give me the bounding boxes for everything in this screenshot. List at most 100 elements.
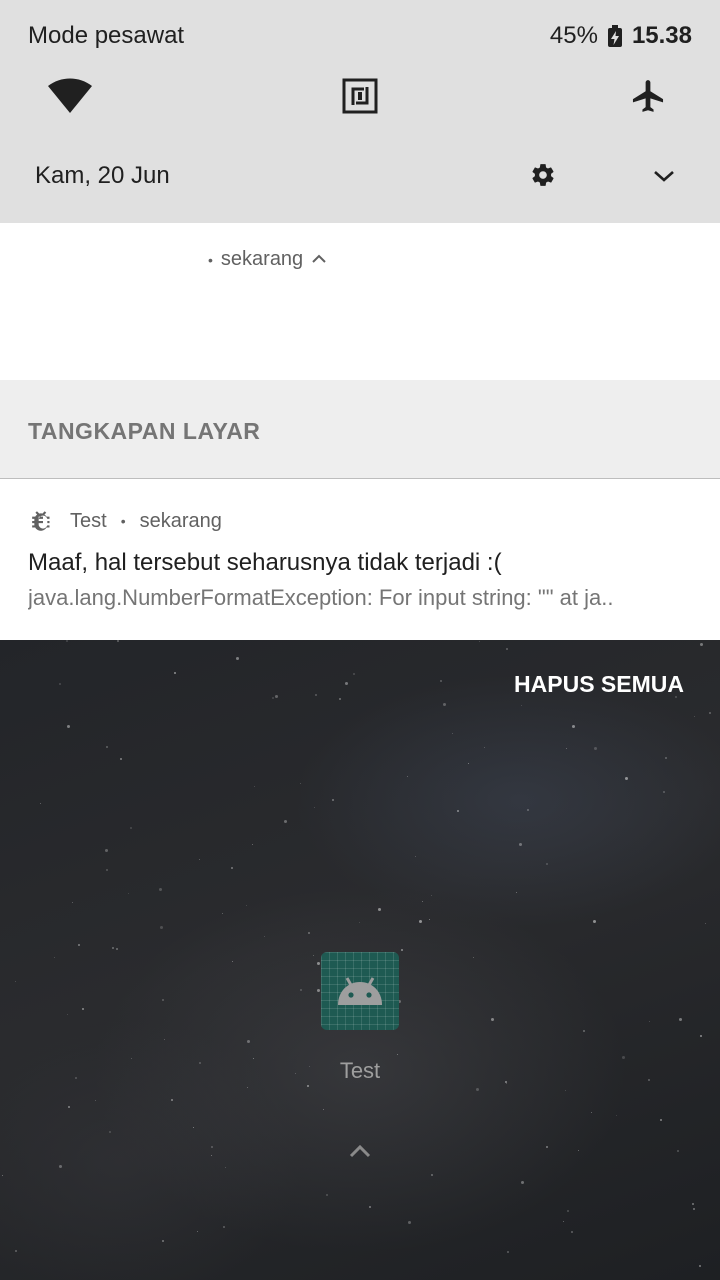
star: [571, 1231, 573, 1233]
star: [594, 747, 597, 750]
app-icon-test[interactable]: [321, 952, 399, 1030]
star: [254, 786, 255, 787]
star: [82, 1008, 84, 1010]
star: [264, 936, 265, 937]
expand-quick-settings-button[interactable]: [648, 160, 680, 192]
star: [246, 905, 247, 906]
star: [583, 1030, 585, 1032]
notification-time: sekarang: [139, 509, 222, 532]
star: [625, 777, 628, 780]
star: [15, 1250, 17, 1252]
star: [507, 1251, 509, 1253]
star: [419, 920, 422, 923]
airplane-mode-tile[interactable]: [622, 70, 674, 122]
star: [275, 695, 278, 698]
airplane-mode-status: Mode pesawat: [28, 22, 185, 49]
star: [159, 888, 162, 891]
status-indicators: 45% 15.38: [550, 22, 692, 50]
star: [578, 1150, 579, 1151]
star: [648, 1079, 650, 1081]
star: [473, 957, 474, 958]
section-title: TANGKAPAN LAYAR: [28, 418, 261, 444]
notification-time: sekarang: [220, 248, 304, 270]
star: [429, 919, 430, 920]
star: [700, 643, 703, 646]
star: [171, 1099, 173, 1101]
star: [679, 1018, 682, 1021]
star: [694, 716, 695, 717]
star: [660, 1119, 662, 1121]
star: [199, 859, 200, 860]
star: [197, 1231, 198, 1232]
separator-dot: •: [120, 513, 126, 529]
star: [705, 923, 706, 924]
star: [193, 1127, 194, 1128]
star: [401, 949, 403, 951]
star: [59, 1165, 62, 1168]
star: [452, 733, 453, 734]
star: [484, 747, 485, 748]
star: [231, 867, 233, 869]
star: [506, 1083, 507, 1084]
star: [295, 1073, 296, 1074]
star: [72, 902, 73, 903]
star: [67, 725, 70, 728]
star: [66, 640, 68, 642]
star: [160, 926, 163, 929]
star: [476, 1088, 479, 1091]
star: [106, 746, 108, 748]
star: [326, 1194, 328, 1196]
star: [468, 763, 469, 764]
star: [408, 1221, 411, 1224]
star: [78, 944, 80, 946]
star: [128, 893, 129, 894]
app-label: Test: [339, 1058, 381, 1083]
clear-all-button[interactable]: HAPUS SEMUA: [514, 671, 684, 698]
star: [521, 1181, 524, 1184]
star: [225, 1167, 226, 1168]
app-drawer-handle[interactable]: [346, 1140, 374, 1162]
settings-button[interactable]: [526, 158, 560, 192]
star: [308, 932, 310, 934]
star: [649, 1021, 650, 1022]
notification-app-name: Test: [70, 509, 107, 532]
star: [345, 682, 348, 685]
star: [232, 961, 233, 962]
star: [59, 683, 61, 685]
star: [300, 783, 301, 784]
star: [2, 1175, 3, 1176]
notification-card[interactable]: Test • sekarang Maaf, hal tersebut sehar…: [0, 479, 720, 640]
star: [307, 1085, 309, 1087]
star: [369, 1206, 371, 1208]
star: [105, 849, 108, 852]
star: [67, 1014, 68, 1015]
star: [68, 1106, 70, 1108]
battery-percent: 45%: [549, 22, 598, 49]
star: [546, 1146, 548, 1148]
star: [247, 1087, 248, 1088]
star: [397, 1054, 398, 1055]
star: [223, 1226, 225, 1228]
star: [616, 1115, 617, 1116]
star: [284, 820, 287, 823]
star: [663, 791, 665, 793]
star: [527, 809, 529, 811]
star: [457, 810, 459, 812]
star: [15, 981, 16, 982]
star: [440, 680, 442, 682]
star: [211, 1155, 212, 1156]
star: [407, 776, 408, 777]
star: [247, 1040, 250, 1043]
star: [665, 757, 667, 759]
expanded-notification[interactable]: • sekarang: [0, 223, 720, 380]
notification-text: java.lang.NumberFormatException: For inp…: [28, 585, 614, 610]
nfc-tile[interactable]: [334, 70, 386, 122]
star: [505, 1081, 507, 1083]
star: [563, 1221, 564, 1222]
star: [272, 697, 274, 699]
collapse-button[interactable]: [311, 248, 327, 271]
wifi-tile[interactable]: [44, 70, 96, 122]
star: [75, 1077, 77, 1079]
star: [709, 712, 711, 714]
star: [117, 640, 119, 642]
